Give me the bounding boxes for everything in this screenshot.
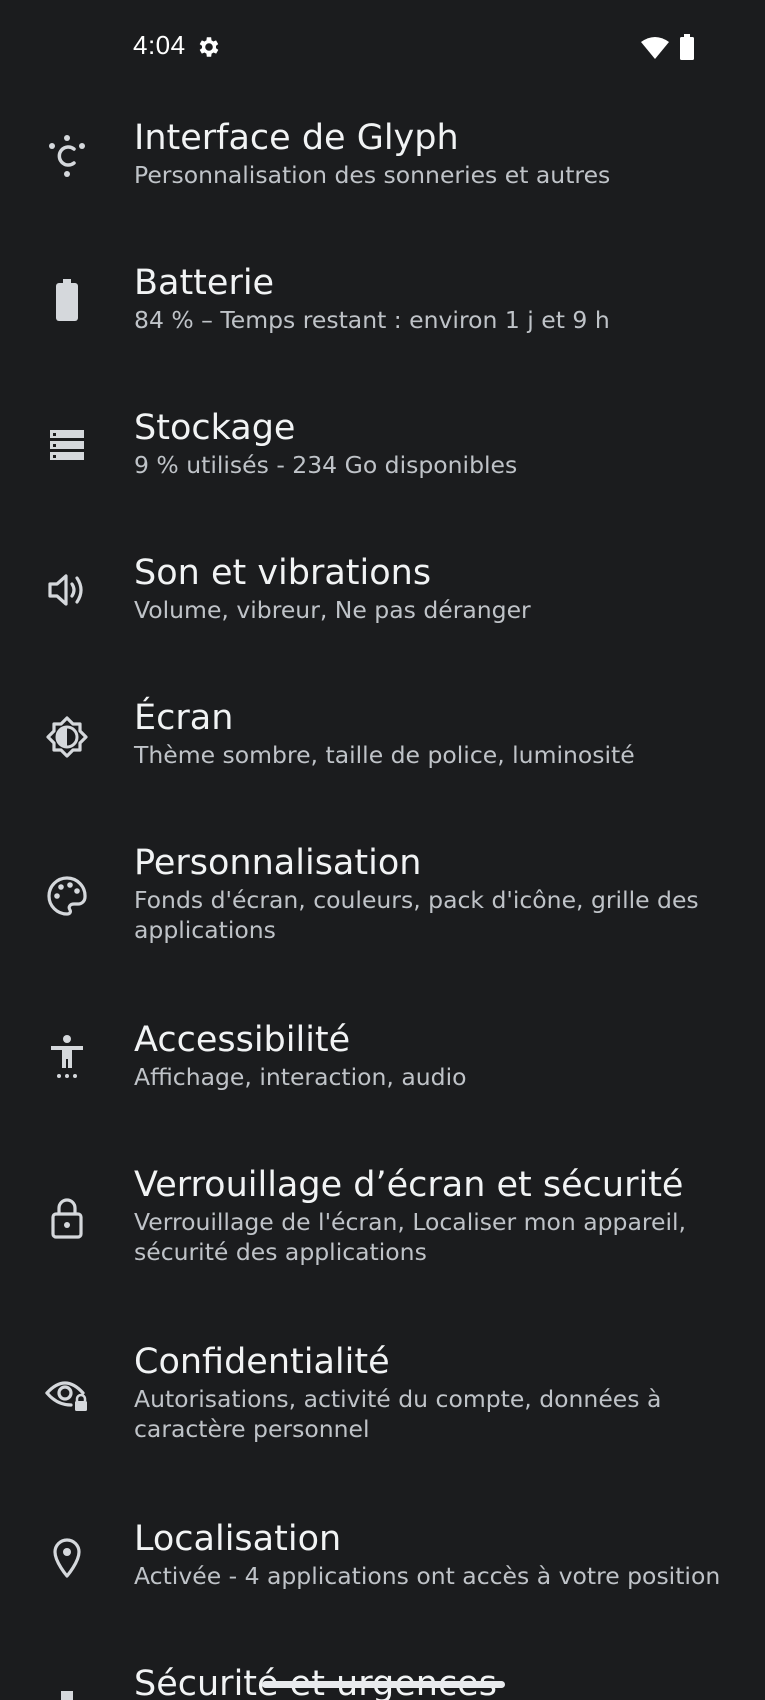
glyph-icon — [44, 132, 90, 178]
gear-icon — [196, 34, 222, 60]
status-time: 4:04 — [133, 30, 186, 60]
lock-icon — [44, 1195, 90, 1241]
setting-title: Personnalisation — [134, 843, 422, 883]
brightness-icon — [44, 714, 90, 760]
setting-title: Localisation — [134, 1519, 342, 1559]
gesture-nav-handle[interactable] — [262, 1681, 505, 1688]
setting-glyph-interface[interactable]: Interface de Glyph Personnalisation des … — [0, 116, 765, 236]
setting-display[interactable]: Écran Thème sombre, taille de police, lu… — [0, 696, 765, 816]
battery-icon — [679, 34, 695, 60]
setting-sound-vibration[interactable]: Son et vibrations Volume, vibreur, Ne pa… — [0, 551, 765, 671]
location-pin-icon — [44, 1535, 90, 1581]
setting-subtitle: 9 % utilisés - 234 Go disponibles — [134, 451, 518, 479]
setting-lock-security[interactable]: Verrouillage d’écran et sécurité Verroui… — [0, 1163, 765, 1313]
setting-subtitle: Volume, vibreur, Ne pas déranger — [134, 596, 531, 624]
setting-subtitle: Verrouillage de l'écran, Localiser mon a… — [134, 1208, 686, 1266]
status-bar: 4:04 — [0, 0, 765, 96]
volume-icon — [44, 567, 90, 613]
setting-accessibility[interactable]: Accessibilité Affichage, interaction, au… — [0, 1018, 765, 1138]
setting-subtitle: Fonds d'écran, couleurs, pack d'icône, g… — [134, 886, 699, 944]
setting-subtitle: Affichage, interaction, audio — [134, 1063, 467, 1091]
accessibility-icon — [44, 1034, 90, 1080]
setting-title: Son et vibrations — [134, 553, 432, 593]
setting-title: Stockage — [134, 408, 296, 448]
setting-title: Batterie — [134, 263, 275, 303]
palette-icon — [44, 873, 90, 919]
setting-subtitle: 84 % – Temps restant : environ 1 j et 9 … — [134, 306, 610, 334]
setting-title: Écran — [134, 698, 234, 738]
setting-title: Accessibilité — [134, 1020, 351, 1060]
setting-subtitle: Personnalisation des sonneries et autres — [134, 161, 611, 189]
setting-subtitle: Autorisations, activité du compte, donné… — [134, 1385, 662, 1443]
setting-battery[interactable]: Batterie 84 % – Temps restant : environ … — [0, 261, 765, 381]
setting-location[interactable]: Localisation Activée - 4 applications on… — [0, 1517, 765, 1637]
wifi-icon — [640, 36, 670, 60]
privacy-eye-icon — [44, 1372, 90, 1418]
battery-icon — [44, 277, 90, 323]
setting-storage[interactable]: Stockage 9 % utilisés - 234 Go disponibl… — [0, 406, 765, 526]
setting-subtitle: Thème sombre, taille de police, luminosi… — [134, 741, 635, 769]
setting-title: Verrouillage d’écran et sécurité — [134, 1165, 684, 1205]
setting-personalization[interactable]: Personnalisation Fonds d'écran, couleurs… — [0, 841, 765, 991]
emergency-icon — [44, 1686, 90, 1700]
storage-icon — [44, 422, 90, 468]
setting-title: Confidentialité — [134, 1342, 390, 1382]
setting-privacy[interactable]: Confidentialité Autorisations, activité … — [0, 1340, 765, 1490]
setting-title: Interface de Glyph — [134, 118, 459, 158]
setting-subtitle: Activée - 4 applications ont accès à vot… — [134, 1562, 721, 1590]
